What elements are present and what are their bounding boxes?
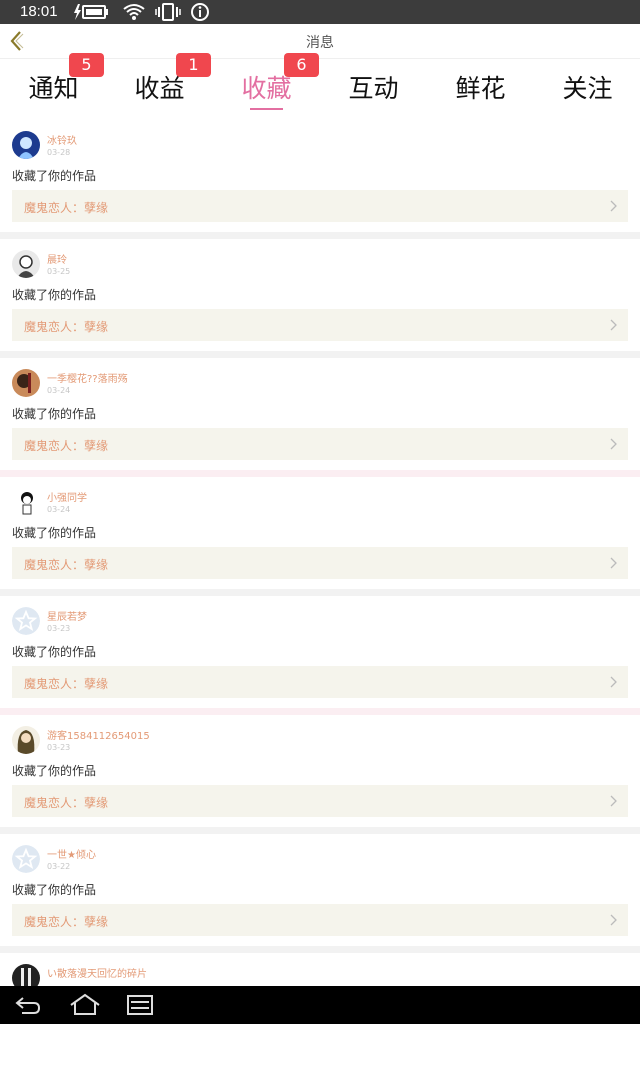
vibrate-icon [155, 3, 181, 21]
username[interactable]: 一季樱花??落雨殇 [47, 370, 128, 385]
tab-interaction[interactable]: 互动 [320, 59, 427, 117]
list-item: 一世★倾心 03-22 收藏了你的作品 魔鬼恋人：孽缘 [0, 834, 640, 946]
status-time: 18:01 [20, 3, 58, 20]
username[interactable]: 冰铃玖 [47, 132, 77, 147]
tab-earnings[interactable]: 收益 1 [106, 53, 213, 117]
message-date: 03-22 [47, 862, 71, 871]
divider [0, 232, 640, 239]
avatar[interactable] [12, 131, 40, 159]
message-text: 收藏了你的作品 [12, 645, 97, 659]
tab-favorites[interactable]: 收藏 6 [213, 53, 320, 117]
work-link[interactable]: 魔鬼恋人：孽缘 [12, 309, 628, 341]
tab-bar: 通知 5 收益 1 收藏 6 互动 鲜花 关注 [0, 53, 640, 117]
message-text: 收藏了你的作品 [12, 169, 97, 183]
divider [0, 351, 640, 358]
message-date: 03-28 [47, 148, 71, 157]
username[interactable]: い散落漫天回忆的碎片 [47, 965, 147, 980]
message-text: 收藏了你的作品 [12, 883, 97, 897]
unread-badge: 6 [284, 53, 319, 77]
work-title: 魔鬼恋人：孽缘 [24, 201, 109, 215]
system-nav-bar [0, 986, 640, 1024]
tab-follow[interactable]: 关注 [534, 59, 640, 117]
chevron-right-icon [610, 795, 617, 807]
work-title: 魔鬼恋人：孽缘 [24, 677, 109, 691]
active-tab-indicator [250, 108, 283, 110]
tab-label: 鲜花 [455, 74, 506, 103]
username[interactable]: 小强同学 [47, 489, 87, 504]
chevron-right-icon [610, 319, 617, 331]
chevron-right-icon [610, 557, 617, 569]
work-link[interactable]: 魔鬼恋人：孽缘 [12, 547, 628, 579]
divider [0, 589, 640, 596]
list-item: 小强同学 03-24 收藏了你的作品 魔鬼恋人：孽缘 [0, 477, 640, 589]
message-text: 收藏了你的作品 [12, 526, 97, 540]
tab-label: 关注 [562, 74, 613, 103]
tab-flowers[interactable]: 鲜花 [427, 59, 534, 117]
unread-badge: 5 [69, 53, 104, 77]
list-item: 游客1584112654015 03-23 收藏了你的作品 魔鬼恋人：孽缘 [0, 715, 640, 827]
status-bar: 18:01 [0, 0, 640, 24]
list-item: 冰铃玖 03-28 收藏了你的作品 魔鬼恋人：孽缘 [0, 120, 640, 232]
info-icon [191, 3, 209, 21]
message-date: 03-24 [47, 386, 71, 395]
work-link[interactable]: 魔鬼恋人：孽缘 [12, 666, 628, 698]
avatar[interactable] [12, 726, 40, 754]
work-link[interactable]: 魔鬼恋人：孽缘 [12, 785, 628, 817]
message-text: 收藏了你的作品 [12, 764, 97, 778]
avatar[interactable] [12, 845, 40, 873]
chevron-right-icon [610, 200, 617, 212]
chevron-right-icon [610, 676, 617, 688]
message-text: 收藏了你的作品 [12, 288, 97, 302]
tab-notification[interactable]: 通知 5 [0, 53, 107, 117]
list-item: 晨玲 03-25 收藏了你的作品 魔鬼恋人：孽缘 [0, 239, 640, 351]
avatar[interactable] [12, 369, 40, 397]
message-date: 03-23 [47, 743, 71, 752]
page-title: 消息 [306, 35, 334, 51]
username[interactable]: 一世★倾心 [47, 846, 96, 861]
back-icon[interactable] [14, 993, 42, 1017]
work-link[interactable]: 魔鬼恋人：孽缘 [12, 904, 628, 936]
avatar[interactable] [12, 488, 40, 516]
message-date: 03-24 [47, 505, 71, 514]
divider [0, 946, 640, 953]
work-title: 魔鬼恋人：孽缘 [24, 915, 109, 929]
message-text: 收藏了你的作品 [12, 407, 97, 421]
work-title: 魔鬼恋人：孽缘 [24, 796, 109, 810]
list-item: 一季樱花??落雨殇 03-24 收藏了你的作品 魔鬼恋人：孽缘 [0, 358, 640, 470]
tab-label: 互动 [348, 74, 399, 103]
username[interactable]: 游客1584112654015 [47, 727, 150, 742]
divider [0, 708, 640, 715]
recent-apps-icon[interactable] [126, 993, 154, 1017]
unread-badge: 1 [176, 53, 211, 77]
chevron-right-icon [610, 438, 617, 450]
list-item: 星辰若梦 03-23 收藏了你的作品 魔鬼恋人：孽缘 [0, 596, 640, 708]
work-link[interactable]: 魔鬼恋人：孽缘 [12, 190, 628, 222]
divider [0, 470, 640, 477]
message-date: 03-25 [47, 267, 71, 276]
work-link[interactable]: 魔鬼恋人：孽缘 [12, 428, 628, 460]
message-date: 03-23 [47, 624, 71, 633]
work-title: 魔鬼恋人：孽缘 [24, 439, 109, 453]
avatar[interactable] [12, 607, 40, 635]
home-icon[interactable] [68, 993, 102, 1017]
avatar[interactable] [12, 250, 40, 278]
chevron-right-icon [610, 914, 617, 926]
divider [0, 827, 640, 834]
wifi-icon [123, 4, 145, 20]
username[interactable]: 星辰若梦 [47, 608, 87, 623]
work-title: 魔鬼恋人：孽缘 [24, 558, 109, 572]
username[interactable]: 晨玲 [47, 251, 67, 266]
battery-charging-icon [74, 4, 108, 20]
work-title: 魔鬼恋人：孽缘 [24, 320, 109, 334]
